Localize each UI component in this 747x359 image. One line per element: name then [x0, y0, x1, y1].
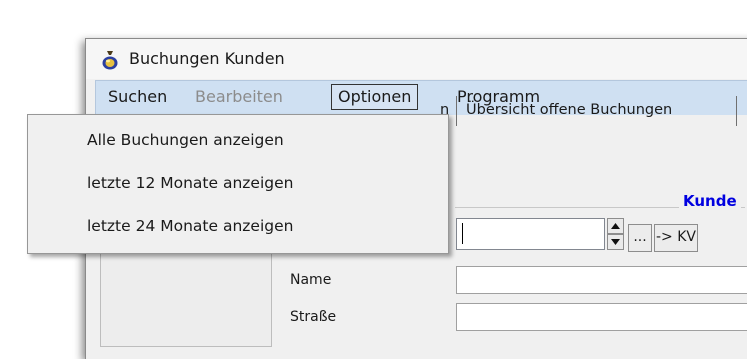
kv-button[interactable]: -> KV [654, 224, 698, 252]
tab-divider [456, 96, 457, 126]
spin-up-button[interactable] [607, 218, 624, 234]
window-title: Buchungen Kunden [129, 49, 285, 68]
kunde-legend: Kunde [679, 192, 741, 210]
browse-button[interactable]: ... [628, 224, 652, 252]
arrow-up-icon [611, 223, 620, 229]
app-bag-icon [102, 51, 118, 70]
arrow-down-icon [611, 239, 620, 245]
name-label: Name [290, 272, 332, 288]
tab-overview-open-bookings[interactable]: Übersicht offene Buchungen [466, 102, 672, 118]
tab-divider [736, 96, 737, 126]
menu-item-last-24-months[interactable]: letzte 24 Monate anzeigen [87, 217, 293, 235]
kunde-input[interactable] [456, 218, 605, 250]
menu-item-last-12-months[interactable]: letzte 12 Monate anzeigen [87, 174, 293, 192]
menu-suchen[interactable]: Suchen [102, 84, 173, 110]
text-caret [462, 223, 463, 244]
street-field[interactable] [456, 303, 747, 331]
kunde-spinner[interactable] [607, 218, 624, 250]
spin-down-button[interactable] [607, 234, 624, 250]
title-bar: Buchungen Kunden [86, 39, 747, 79]
street-label: Straße [290, 309, 337, 325]
optionen-dropdown-menu: Alle Buchungen anzeigen letzte 12 Monate… [27, 114, 449, 254]
menu-item-all-bookings[interactable]: Alle Buchungen anzeigen [87, 131, 284, 149]
menu-optionen[interactable]: Optionen [331, 84, 419, 110]
name-field[interactable] [456, 266, 747, 294]
menu-bearbeiten[interactable]: Bearbeiten [189, 84, 289, 110]
